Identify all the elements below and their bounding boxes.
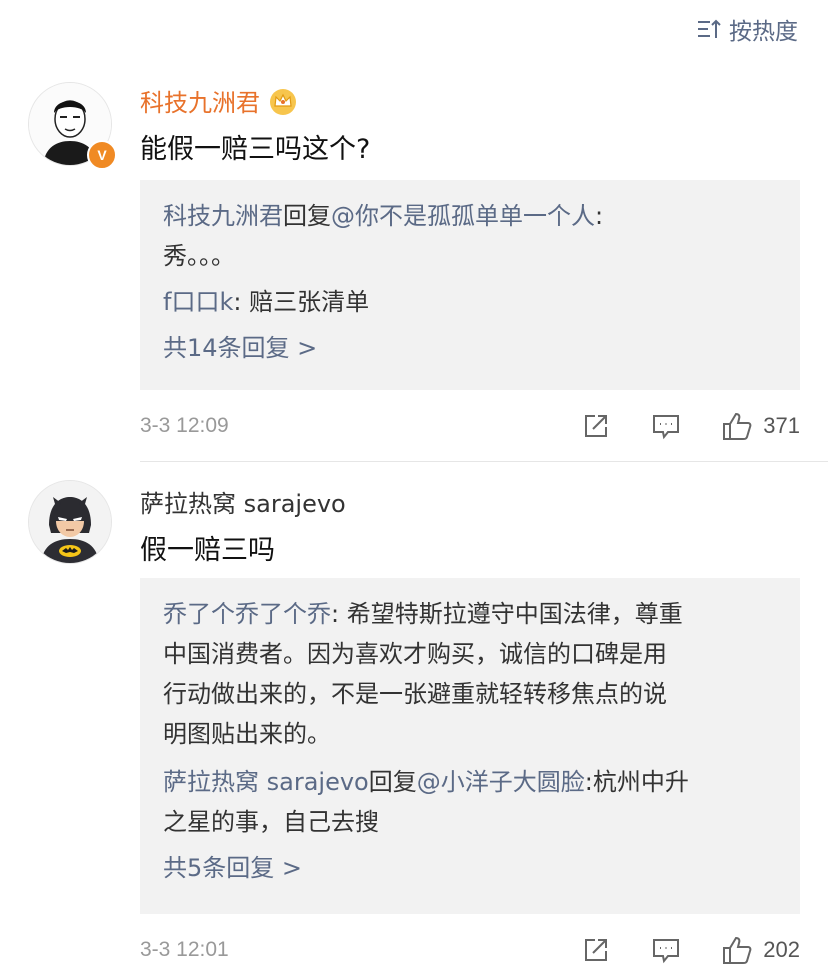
reply-line: 萨拉热窝 sarajevo回复@小洋子大圆脸:杭州中升 bbox=[163, 762, 778, 802]
sort-by-hot-button[interactable]: 按热度 bbox=[697, 12, 798, 46]
reply-box[interactable]: 科技九洲君回复@你不是孤孤单单一个人: 秀。。。 f口口k: 赔三张清单 共14… bbox=[140, 180, 800, 390]
mention-link[interactable]: @你不是孤孤单单一个人 bbox=[331, 202, 595, 230]
comment-icon[interactable] bbox=[651, 935, 681, 965]
username-text: 科技九洲君 bbox=[140, 89, 260, 117]
comment-username[interactable]: 萨拉热窝 sarajevo bbox=[140, 484, 346, 519]
share-icon[interactable] bbox=[581, 935, 611, 965]
reply-author-link[interactable]: 萨拉热窝 sarajevo bbox=[163, 768, 369, 796]
reply-text: 中国消费者。因为喜欢才购买，诚信的口碑是用 bbox=[163, 640, 667, 668]
comment-username[interactable]: 科技九洲君 bbox=[140, 83, 298, 118]
comment-text: 假一赔三吗 bbox=[140, 535, 275, 566]
like-icon bbox=[723, 412, 752, 440]
reply-colon: : bbox=[595, 202, 604, 230]
reply-box[interactable]: 乔了个乔了个乔: 希望特斯拉遵守中国法律，尊重 中国消费者。因为喜欢才购买，诚信… bbox=[140, 578, 800, 914]
reply-text: 秀。。。 bbox=[163, 242, 235, 270]
view-more-replies-link[interactable]: 共14条回复 > bbox=[163, 328, 778, 368]
reply-text: 之星的事，自己去搜 bbox=[163, 808, 379, 836]
view-more-replies-link[interactable]: 共5条回复 > bbox=[163, 848, 778, 888]
sort-icon bbox=[698, 19, 721, 38]
reply-author-link[interactable]: 科技九洲君 bbox=[163, 202, 283, 230]
comment-footer: 3-3 12:09 371 bbox=[140, 408, 800, 444]
sort-label: 按热度 bbox=[729, 19, 798, 45]
mention-link[interactable]: @小洋子大圆脸 bbox=[417, 768, 585, 796]
reply-line: f口口k: 赔三张清单 bbox=[163, 282, 778, 322]
reply-text: : 希望特斯拉遵守中国法律，尊重 bbox=[331, 600, 683, 628]
verified-badge-icon: V bbox=[87, 140, 117, 170]
like-icon bbox=[723, 936, 752, 964]
like-button[interactable]: 202 bbox=[721, 934, 800, 966]
comment-icon[interactable] bbox=[651, 411, 681, 441]
reply-author-link[interactable]: f口口k bbox=[163, 288, 233, 316]
like-count: 202 bbox=[763, 937, 800, 962]
comment-time: 3-3 12:01 bbox=[140, 938, 229, 961]
like-button[interactable]: 371 bbox=[721, 410, 800, 442]
reply-author-link[interactable]: 乔了个乔了个乔 bbox=[163, 600, 331, 628]
comment-time: 3-3 12:09 bbox=[140, 414, 229, 437]
batman-avatar-illustration bbox=[29, 481, 111, 563]
comment-text: 能假一赔三吗这个? bbox=[140, 134, 371, 165]
reply-verb: 回复 bbox=[283, 202, 331, 230]
reply-text: : 赔三张清单 bbox=[233, 288, 370, 316]
reply-line: 科技九洲君回复@你不是孤孤单单一个人: bbox=[163, 196, 778, 236]
reply-text: 行动做出来的，不是一张避重就轻转移焦点的说 bbox=[163, 680, 667, 708]
reply-line: 乔了个乔了个乔: 希望特斯拉遵守中国法律，尊重 bbox=[163, 594, 778, 634]
comment-footer: 3-3 12:01 202 bbox=[140, 932, 800, 968]
reply-text: :杭州中升 bbox=[584, 768, 689, 796]
like-count: 371 bbox=[763, 413, 800, 438]
crown-vip-icon bbox=[270, 88, 296, 115]
avatar[interactable] bbox=[28, 480, 112, 564]
divider bbox=[140, 461, 828, 462]
share-icon[interactable] bbox=[581, 411, 611, 441]
reply-text: 明图贴出来的。 bbox=[163, 720, 331, 748]
reply-verb: 回复 bbox=[368, 768, 417, 796]
